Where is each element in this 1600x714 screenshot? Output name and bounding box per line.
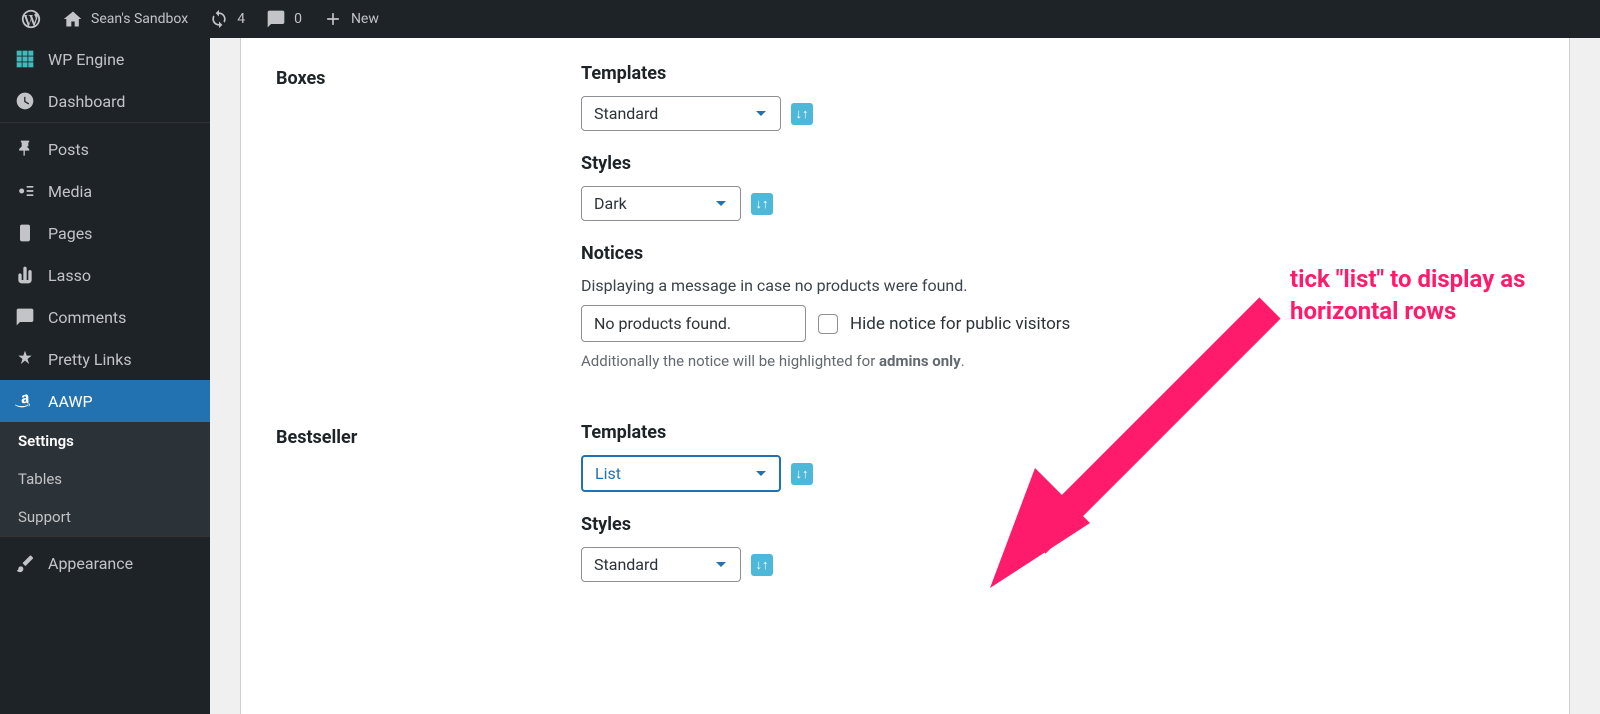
sidebar-item-lasso[interactable]: Lasso [0, 254, 210, 296]
wp-logo[interactable] [10, 8, 52, 30]
refresh-icon [208, 8, 230, 30]
boxes-styles-label: Styles [581, 153, 1534, 174]
notices-text-input[interactable] [581, 305, 806, 342]
home-icon [62, 8, 84, 30]
sidebar-item-label: Comments [48, 308, 126, 327]
boxes-templates-select[interactable]: Standard [581, 96, 781, 131]
comment-icon [14, 306, 36, 328]
sidebar-item-label: Posts [48, 140, 89, 159]
sidebar-item-label: Pages [48, 224, 92, 243]
comment-icon [265, 8, 287, 30]
aawp-submenu: Settings Tables Support [0, 422, 210, 536]
bestseller-styles-select[interactable]: Standard [581, 547, 741, 582]
sidebar-item-label: Lasso [48, 266, 91, 285]
bestseller-title: Bestseller [276, 422, 581, 448]
comments-link[interactable]: 0 [255, 8, 312, 30]
annotation-arrow [780, 268, 1300, 608]
sidebar-item-dashboard[interactable]: Dashboard [0, 80, 210, 122]
sidebar-item-label: Dashboard [48, 92, 125, 111]
sidebar-item-media[interactable]: Media [0, 170, 210, 212]
boxes-templates-label: Templates [581, 63, 1534, 84]
sidebar-item-appearance[interactable]: Appearance [0, 542, 210, 584]
notices-label: Notices [581, 243, 1534, 264]
boxes-title: Boxes [276, 63, 581, 89]
comments-count: 0 [294, 11, 302, 27]
amazon-icon [14, 390, 36, 412]
boxes-styles-select[interactable]: Dark [581, 186, 741, 221]
main-content: Boxes Templates Standard ↓↑ Styles Dark … [210, 38, 1600, 714]
updates-link[interactable]: 4 [198, 8, 255, 30]
sort-badge-icon[interactable]: ↓↑ [751, 193, 773, 215]
bestseller-templates-select[interactable]: List [581, 455, 781, 492]
sort-badge-icon[interactable]: ↓↑ [791, 103, 813, 125]
sidebar-item-posts[interactable]: Posts [0, 128, 210, 170]
site-name-link[interactable]: Sean's Sandbox [52, 8, 198, 30]
new-label: New [351, 11, 379, 27]
sidebar-item-label: Media [48, 182, 92, 201]
sidebar-item-pages[interactable]: Pages [0, 212, 210, 254]
sidebar-item-label: WP Engine [48, 50, 124, 69]
gauge-icon [14, 90, 36, 112]
submenu-item-tables[interactable]: Tables [0, 460, 210, 498]
new-content-link[interactable]: New [312, 8, 389, 30]
admin-sidebar: WP Engine Dashboard Posts Media Pages La… [0, 38, 210, 714]
submenu-item-settings[interactable]: Settings [0, 422, 210, 460]
grid-icon [14, 48, 36, 70]
sidebar-item-wp-engine[interactable]: WP Engine [0, 38, 210, 80]
pin-icon [14, 138, 36, 160]
sidebar-item-label: Appearance [48, 554, 133, 573]
star-link-icon [14, 348, 36, 370]
sidebar-item-label: Pretty Links [48, 350, 132, 369]
brush-icon [14, 552, 36, 574]
pages-icon [14, 222, 36, 244]
cactus-icon [14, 264, 36, 286]
annotation-text: tick "list" to display as horizontal row… [1290, 263, 1590, 328]
sidebar-item-pretty-links[interactable]: Pretty Links [0, 338, 210, 380]
updates-count: 4 [237, 11, 245, 27]
plus-icon [322, 8, 344, 30]
submenu-item-support[interactable]: Support [0, 498, 210, 536]
admin-topbar: Sean's Sandbox 4 0 New [0, 0, 1600, 38]
sort-badge-icon[interactable]: ↓↑ [751, 554, 773, 576]
wordpress-icon [20, 8, 42, 30]
sidebar-item-label: AAWP [48, 392, 93, 411]
sidebar-item-comments[interactable]: Comments [0, 296, 210, 338]
site-name-text: Sean's Sandbox [91, 11, 188, 27]
sidebar-item-aawp[interactable]: AAWP [0, 380, 210, 422]
media-icon [14, 180, 36, 202]
